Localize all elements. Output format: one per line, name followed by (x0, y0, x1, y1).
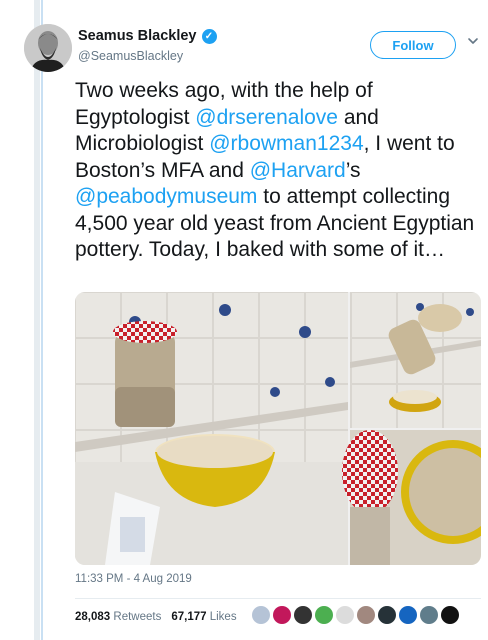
engagement-stats: 28,083 Retweets 67,177 Likes (75, 611, 237, 623)
likes-count: 67,177 (171, 611, 207, 623)
conversation-thread-accent (41, 0, 43, 640)
liker-avatar[interactable] (378, 606, 396, 624)
verified-badge-icon: ✓ (201, 28, 217, 44)
author-name-row[interactable]: Seamus Blackley ✓ (78, 28, 217, 44)
liker-avatar[interactable] (357, 606, 375, 624)
tweet-timestamp[interactable]: 11:33 PM - 4 Aug 2019 (75, 573, 192, 585)
tweet-text: Two weeks ago, with the help of Egyptolo… (75, 78, 480, 264)
mention-link[interactable]: @drserenalove (195, 106, 338, 129)
likers-avatars[interactable] (252, 606, 459, 624)
photo-main[interactable] (75, 292, 348, 565)
author-handle[interactable]: @SeamusBlackley (78, 49, 183, 63)
author-name[interactable]: Seamus Blackley (78, 28, 197, 44)
mention-link[interactable]: @rbowman1234 (209, 132, 363, 155)
avatar[interactable] (24, 24, 72, 72)
retweets-count: 28,083 (75, 611, 111, 623)
tweet-text-segment: ’s (345, 158, 361, 182)
divider (75, 598, 481, 599)
liker-avatar[interactable] (294, 606, 312, 624)
liker-avatar[interactable] (315, 606, 333, 624)
retweets-stat[interactable]: 28,083 Retweets (75, 611, 161, 623)
chevron-down-icon[interactable] (466, 34, 480, 48)
liker-avatar[interactable] (399, 606, 417, 624)
liker-avatar[interactable] (273, 606, 291, 624)
media-grid[interactable] (75, 292, 481, 565)
conversation-thread-line (34, 0, 40, 640)
follow-button[interactable]: Follow (370, 31, 456, 59)
liker-avatar[interactable] (420, 606, 438, 624)
liker-avatar[interactable] (336, 606, 354, 624)
photo-top-right[interactable] (350, 292, 481, 428)
likes-label: Likes (209, 611, 237, 623)
likes-stat[interactable]: 67,177 Likes (171, 611, 236, 623)
photo-bottom-right[interactable] (342, 430, 481, 565)
liker-avatar[interactable] (252, 606, 270, 624)
liker-avatar[interactable] (441, 606, 459, 624)
mention-link[interactable]: @peabodymuseum (75, 185, 257, 208)
mention-link[interactable]: @Harvard (250, 159, 346, 182)
retweets-label: Retweets (113, 611, 162, 623)
